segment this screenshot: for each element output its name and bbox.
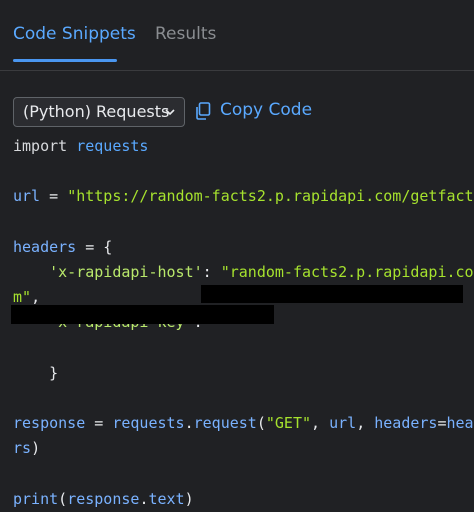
paren-close: ) [31, 439, 40, 457]
code-line-print: print(response.text) [13, 490, 194, 508]
language-select[interactable]: (Python) Requests [13, 97, 185, 127]
chevron-down-icon [164, 106, 176, 118]
equals: = [437, 414, 446, 432]
var-headers: headers [13, 238, 76, 256]
code-line-host: 'x-rapidapi-host': "random-facts2.p.rapi… [13, 263, 474, 281]
var-response: response [13, 414, 85, 432]
assign-op: = [85, 414, 112, 432]
method-string: "GET" [266, 414, 311, 432]
dot: . [185, 414, 194, 432]
var-url: url [13, 187, 40, 205]
code-line-close-brace: } [13, 364, 58, 382]
tab-bar: Code Snippets Results [0, 0, 474, 71]
code-line-host-wrap: m", [13, 288, 40, 306]
method-request: request [194, 414, 257, 432]
host-value-wrap: m" [13, 288, 31, 306]
arg-url: url [329, 414, 356, 432]
code-line-response-wrap: rs) [13, 439, 40, 457]
redaction-bar [11, 305, 274, 324]
code-line-url: url = "https://random-facts2.p.rapidapi.… [13, 187, 474, 205]
var-requests: requests [112, 414, 184, 432]
keyword-import: import [13, 137, 67, 155]
comma: , [356, 414, 374, 432]
code-line-headers: headers = { [13, 238, 112, 256]
snippet-toolbar: (Python) Requests Copy Code [13, 97, 453, 127]
fn-print: print [13, 490, 58, 508]
assign-op: = [40, 187, 67, 205]
arg-headers: heade [447, 414, 474, 432]
headers-open: = { [76, 238, 112, 256]
language-select-value: (Python) Requests [23, 102, 169, 121]
active-tab-indicator [13, 59, 117, 62]
module-name: requests [76, 137, 148, 155]
copy-code-label: Copy Code [220, 100, 312, 120]
paren-open: ( [58, 490, 67, 508]
comma: , [311, 414, 329, 432]
url-string: "https://random-facts2.p.rapidapi.com/ge… [67, 187, 474, 205]
colon: : [203, 263, 221, 281]
tab-results[interactable]: Results [155, 24, 216, 44]
redaction-bar [201, 285, 463, 303]
code-line-1: import requests [13, 137, 148, 155]
code-line-response: response = requests.request("GET", url, … [13, 414, 474, 432]
tab-code-snippets[interactable]: Code Snippets [13, 24, 136, 44]
indent [13, 263, 49, 281]
host-value: "random-facts2.p.rapidapi.co [221, 263, 474, 281]
comma: , [31, 288, 40, 306]
copy-code-button[interactable]: Copy Code [195, 97, 315, 125]
copy-icon [195, 102, 211, 120]
attr-text: text [148, 490, 184, 508]
kwarg-headers: headers [374, 414, 437, 432]
paren-close: ) [185, 490, 194, 508]
arg-headers-wrap: rs [13, 439, 31, 457]
var-response: response [67, 490, 139, 508]
paren-open: ( [257, 414, 266, 432]
host-key: 'x-rapidapi-host' [49, 263, 203, 281]
